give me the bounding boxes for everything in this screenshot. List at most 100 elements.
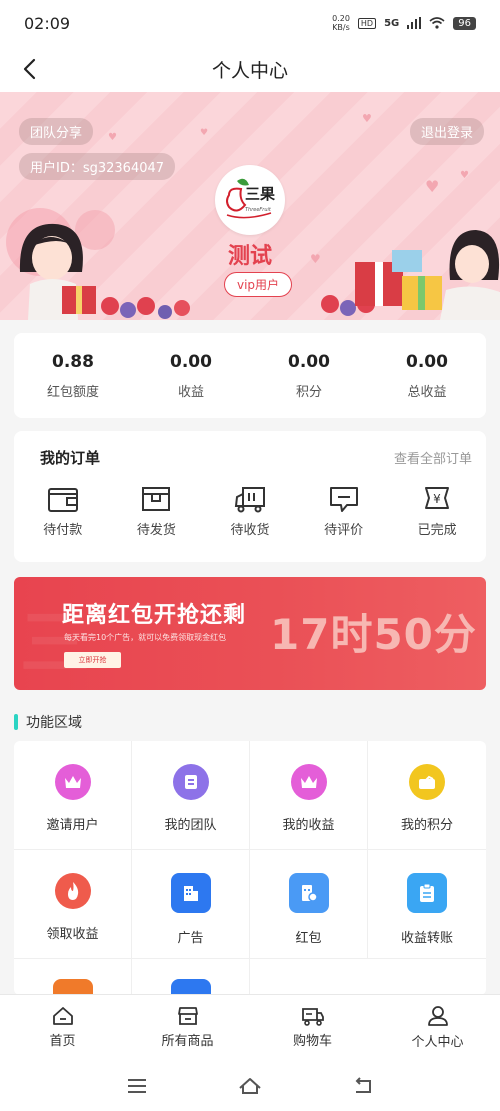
stat-points[interactable]: 0.00 积分: [250, 333, 368, 418]
status-indicators: 0.20 KB/s HD 5G 96: [332, 14, 476, 32]
status-bar: 02:09 0.20 KB/s HD 5G 96: [0, 0, 500, 46]
tab-label: 所有商品: [161, 1034, 214, 1049]
logo-text: 三果: [245, 185, 276, 203]
stat-redpacket-quota[interactable]: 0.88 红包额度: [14, 333, 132, 418]
feature-label: 收益转账: [400, 931, 453, 946]
feature-partial-1[interactable]: [14, 959, 132, 995]
feature-label: 邀请用户: [46, 818, 99, 833]
orders-header: 我的订单 查看全部订单: [40, 447, 472, 468]
feature-claim-income[interactable]: 领取收益: [14, 850, 132, 959]
grab-now-button[interactable]: 立即开抢: [64, 652, 121, 668]
crown-icon: [290, 764, 327, 800]
feature-label: 广告: [177, 931, 204, 946]
redpacket-icon: [288, 873, 329, 913]
promo-subtitle: 每天看完10个广告，就可以免费领取现金红包: [64, 633, 227, 642]
battery-level: 96: [453, 16, 476, 30]
points-icon: [409, 764, 445, 800]
feature-ads[interactable]: 广告: [132, 850, 250, 959]
tab-home[interactable]: 首页: [0, 995, 125, 1060]
tab-label: 个人中心: [411, 1035, 464, 1050]
order-pending-receipt[interactable]: 待收货: [211, 485, 289, 538]
promo-title: 距离红包开抢还剩: [62, 603, 247, 628]
back-icon: [355, 1076, 372, 1093]
feature-label: 我的团队: [164, 818, 217, 833]
comment-icon: [329, 487, 358, 512]
section-accent-bar: [14, 714, 18, 730]
stat-label: 收益: [177, 384, 204, 400]
feature-my-income[interactable]: 我的收益: [250, 741, 368, 850]
wifi-icon: [429, 17, 445, 29]
view-all-orders-link[interactable]: 查看全部订单: [394, 448, 472, 467]
home-outline-icon: [239, 1077, 261, 1094]
tab-label: 首页: [49, 1034, 76, 1049]
feature-partial-2[interactable]: [132, 959, 250, 995]
stat-value: 0.00: [288, 351, 330, 372]
stat-value: 0.88: [52, 351, 94, 372]
tab-cart[interactable]: 购物车: [250, 995, 375, 1060]
nav-bar: 个人中心: [0, 46, 500, 92]
order-label: 待发货: [136, 523, 176, 538]
heart-decoration: ♥: [362, 112, 372, 125]
logout-button[interactable]: 退出登录: [409, 118, 484, 145]
promo-countdown: 17时50分: [270, 610, 477, 659]
heart-decoration: ♥: [108, 132, 117, 143]
back-button[interactable]: [14, 54, 44, 84]
feature-label: 红包: [295, 931, 322, 946]
feature-my-team[interactable]: 我的团队: [132, 741, 250, 850]
page-title: 个人中心: [211, 59, 288, 82]
orders-title: 我的订单: [40, 449, 101, 467]
system-home-button[interactable]: [230, 1071, 270, 1101]
system-back-button[interactable]: [343, 1071, 383, 1101]
stat-label: 红包额度: [46, 384, 99, 400]
feature-income-transfer[interactable]: 收益转账: [368, 850, 486, 959]
menu-button[interactable]: [117, 1071, 157, 1101]
heart-decoration: ♥: [425, 177, 440, 196]
stats-card: 0.88 红包额度 0.00 收益 0.00 积分 0.00 总收益: [14, 333, 486, 418]
tab-all-products[interactable]: 所有商品: [125, 995, 250, 1060]
redpacket-promo-banner[interactable]: 三 距离红包开抢还剩 每天看完10个广告，就可以免费领取现金红包 立即开抢 17…: [14, 577, 486, 690]
wallet-icon: [47, 488, 78, 512]
girl-illustration-right: [321, 230, 500, 320]
username: 测试: [227, 244, 272, 269]
crown-icon: [54, 764, 91, 800]
app-logo: 三果 ThreeFruit: [215, 165, 285, 235]
profile-banner: ♥ ♥ ♥ ♥ ♥ ♥ 团队分享 用户ID：sg32364047 退出登录 三果…: [0, 92, 500, 320]
cart-icon: [301, 1008, 324, 1026]
order-label: 待收货: [230, 523, 270, 538]
home-icon: [52, 1007, 73, 1025]
order-pending-review[interactable]: 待评价: [305, 485, 383, 538]
stat-value: 0.00: [170, 351, 212, 372]
feature-label: 我的积分: [400, 818, 453, 833]
vip-badge: vip用户: [224, 272, 292, 297]
truck-icon: [234, 487, 265, 513]
stat-income[interactable]: 0.00 收益: [132, 333, 250, 418]
order-pending-shipment[interactable]: 待发货: [117, 485, 195, 538]
user-id-label: 用户ID：sg32364047: [19, 153, 176, 180]
network-speed: 0.20 KB/s: [332, 14, 350, 32]
svg-text:¥: ¥: [433, 492, 441, 506]
hd-badge: HD: [357, 17, 377, 29]
logo-subtext: ThreeFruit: [245, 207, 271, 213]
package-icon: [142, 487, 171, 511]
order-completed[interactable]: ¥ 已完成: [398, 485, 476, 538]
signal-icon: [407, 17, 422, 29]
tab-profile[interactable]: 个人中心: [375, 995, 500, 1060]
orders-card: 我的订单 查看全部订单 待付款 待发货 待收货 待评价 ¥ 已完成: [14, 431, 486, 562]
menu-icon: [127, 1078, 146, 1093]
team-share-button[interactable]: 团队分享: [19, 118, 94, 145]
order-label: 待评价: [324, 523, 364, 538]
feature-icon-partial: [52, 979, 93, 995]
feature-label: 领取收益: [46, 927, 99, 942]
order-status-list: 待付款 待发货 待收货 待评价 ¥ 已完成: [14, 485, 486, 538]
user-icon: [427, 1006, 448, 1026]
feature-redpacket[interactable]: 红包: [250, 850, 368, 959]
heart-decoration: ♥: [460, 170, 469, 181]
feature-invite-users[interactable]: 邀请用户: [14, 741, 132, 850]
stat-label: 积分: [295, 384, 322, 400]
stat-total-income[interactable]: 0.00 总收益: [368, 333, 486, 418]
stat-value: 0.00: [406, 351, 448, 372]
feature-my-points[interactable]: 我的积分: [368, 741, 486, 850]
order-pending-payment[interactable]: 待付款: [24, 485, 102, 538]
network-type: 5G: [384, 17, 400, 29]
system-navigation-bar: [0, 1060, 500, 1111]
